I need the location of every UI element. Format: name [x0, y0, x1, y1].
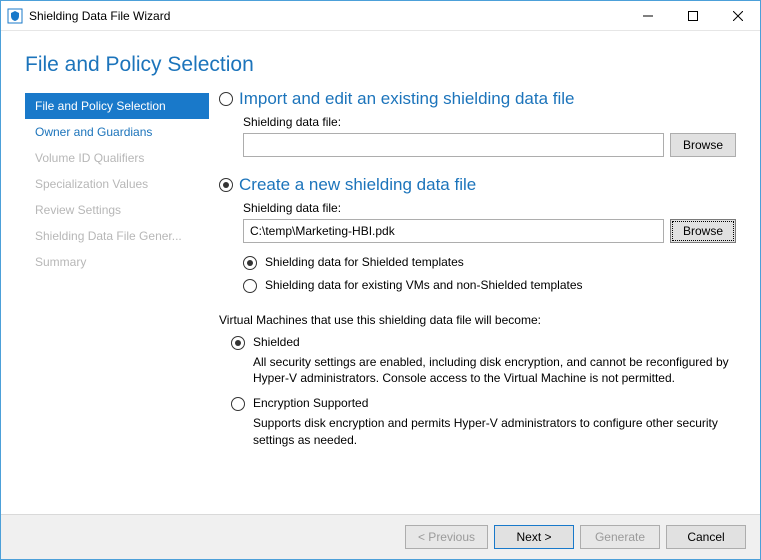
- maximize-button[interactable]: [670, 1, 715, 30]
- cancel-button[interactable]: Cancel: [666, 525, 746, 549]
- vm-encryption-desc: Supports disk encryption and permits Hyp…: [219, 415, 736, 447]
- app-icon: [7, 8, 23, 24]
- radio-icon: [243, 256, 257, 270]
- radio-icon: [219, 178, 233, 192]
- sidebar-item-specialization: Specialization Values: [25, 171, 209, 197]
- radio-label: Shielding data for Shielded templates: [265, 255, 464, 269]
- next-button[interactable]: Next >: [494, 525, 574, 549]
- import-field-label: Shielding data file:: [243, 115, 736, 129]
- import-browse-button[interactable]: Browse: [670, 133, 736, 157]
- sidebar-item-label: Volume ID Qualifiers: [35, 151, 144, 165]
- option-import[interactable]: Import and edit an existing shielding da…: [219, 89, 736, 109]
- option-create-title: Create a new shielding data file: [239, 175, 476, 195]
- wizard-sidebar: File and Policy Selection Owner and Guar…: [1, 85, 209, 506]
- radio-shielded-templates[interactable]: Shielding data for Shielded templates: [243, 251, 736, 274]
- radio-icon: [231, 336, 245, 350]
- wizard-footer: < Previous Next > Generate Cancel: [1, 514, 760, 559]
- radio-icon: [243, 279, 257, 293]
- radio-label: Shielded: [253, 335, 300, 349]
- radio-icon: [231, 397, 245, 411]
- titlebar: Shielding Data File Wizard: [1, 1, 760, 31]
- sidebar-item-file-policy[interactable]: File and Policy Selection: [25, 93, 209, 119]
- option-create[interactable]: Create a new shielding data file: [219, 175, 736, 195]
- sidebar-item-volume-qualifiers: Volume ID Qualifiers: [25, 145, 209, 171]
- radio-vm-encryption-supported[interactable]: Encryption Supported: [219, 392, 736, 415]
- page-title: File and Policy Selection: [25, 53, 760, 77]
- import-file-input[interactable]: [243, 133, 664, 157]
- sidebar-item-label: Summary: [35, 255, 86, 269]
- radio-icon: [219, 92, 233, 106]
- radio-label: Shielding data for existing VMs and non-…: [265, 278, 583, 292]
- radio-label: Encryption Supported: [253, 396, 368, 410]
- sidebar-item-label: Owner and Guardians: [35, 125, 152, 139]
- minimize-button[interactable]: [625, 1, 670, 30]
- sidebar-item-review: Review Settings: [25, 197, 209, 223]
- option-import-title: Import and edit an existing shielding da…: [239, 89, 574, 109]
- create-field-label: Shielding data file:: [243, 201, 736, 215]
- close-button[interactable]: [715, 1, 760, 30]
- sidebar-item-label: File and Policy Selection: [35, 99, 166, 113]
- window-title: Shielding Data File Wizard: [29, 9, 625, 23]
- generate-button: Generate: [580, 525, 660, 549]
- sidebar-item-label: Review Settings: [35, 203, 121, 217]
- window-controls: [625, 1, 760, 30]
- radio-vm-shielded[interactable]: Shielded: [219, 331, 736, 354]
- sidebar-item-generation: Shielding Data File Gener...: [25, 223, 209, 249]
- previous-button: < Previous: [405, 525, 488, 549]
- main-panel: Import and edit an existing shielding da…: [209, 85, 760, 506]
- sidebar-item-label: Shielding Data File Gener...: [35, 229, 182, 243]
- sidebar-item-summary: Summary: [25, 249, 209, 275]
- create-browse-button[interactable]: Browse: [670, 219, 736, 243]
- vm-note: Virtual Machines that use this shielding…: [219, 305, 736, 331]
- page-header: File and Policy Selection: [1, 31, 760, 85]
- vm-shielded-desc: All security settings are enabled, inclu…: [219, 354, 736, 386]
- sidebar-item-owner-guardians[interactable]: Owner and Guardians: [25, 119, 209, 145]
- sidebar-item-label: Specialization Values: [35, 177, 148, 191]
- create-file-input[interactable]: [243, 219, 664, 243]
- radio-non-shielded-templates[interactable]: Shielding data for existing VMs and non-…: [243, 274, 736, 297]
